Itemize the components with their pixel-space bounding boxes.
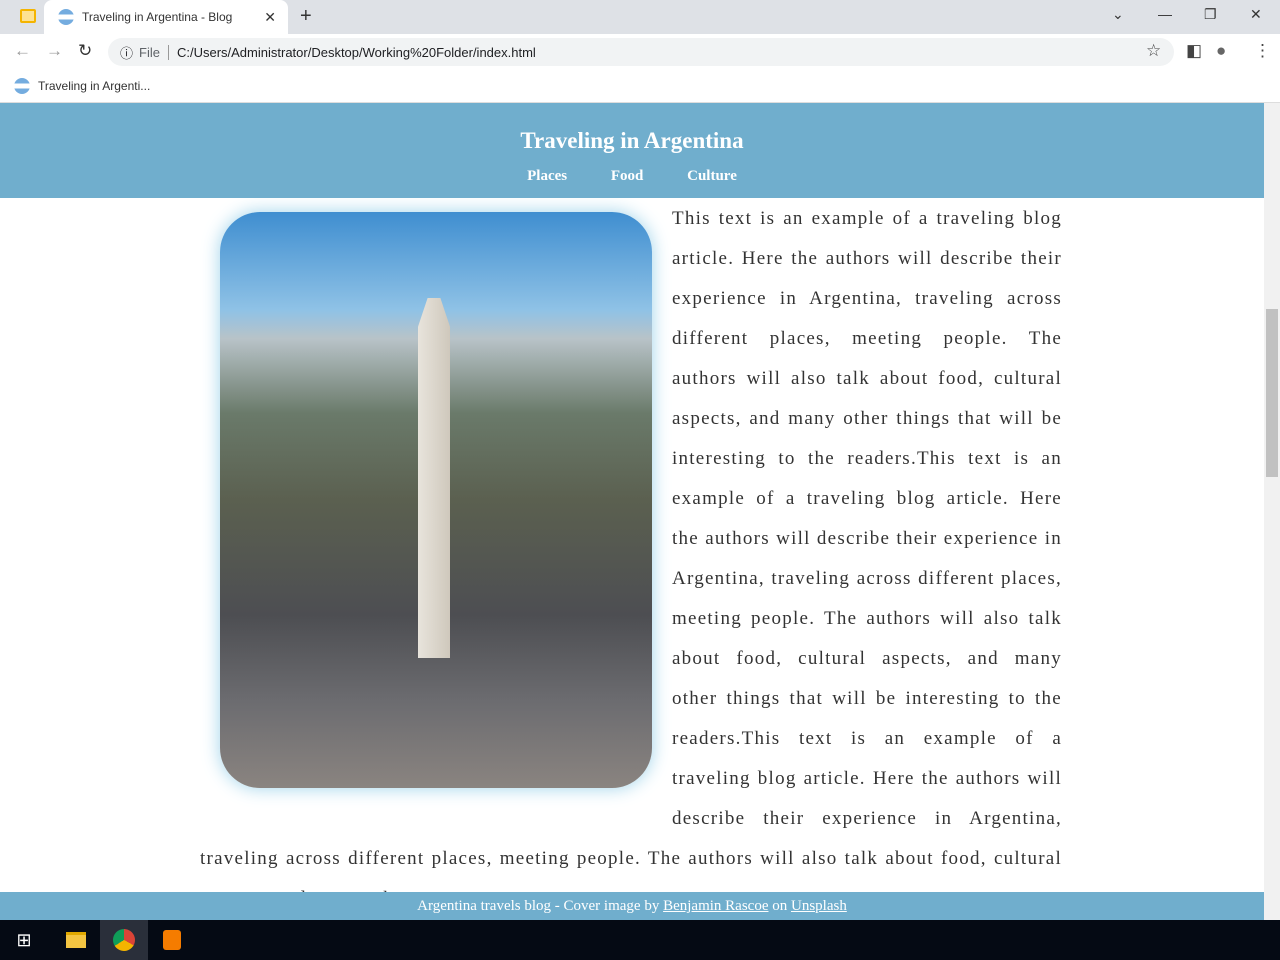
bookmark-item[interactable]: Traveling in Argenti...: [38, 79, 150, 93]
address-bar[interactable]: ⓘ File C:/Users/Administrator/Desktop/Wo…: [108, 38, 1174, 66]
file-explorer-icon[interactable]: [52, 920, 100, 960]
close-window-button[interactable]: ✕: [1250, 6, 1262, 23]
forward-icon[interactable]: →: [46, 41, 63, 61]
bookmarks-bar: Traveling in Argenti...: [0, 70, 1280, 103]
site-header: Traveling in Argentina Places Food Cultu…: [0, 103, 1264, 198]
windows-start-icon[interactable]: ⊞: [0, 920, 48, 960]
taskbar: ⊞: [0, 920, 1280, 960]
profile-icon[interactable]: ●: [1216, 41, 1226, 61]
sublime-text-icon[interactable]: [148, 920, 196, 960]
back-icon[interactable]: ←: [14, 41, 31, 61]
site-footer: Argentina travels blog - Cover image by …: [0, 892, 1264, 920]
cover-image: [220, 212, 652, 788]
side-panel-icon[interactable]: ◧: [1186, 41, 1202, 61]
reload-icon[interactable]: ↻: [78, 41, 92, 61]
slides-icon[interactable]: [20, 9, 36, 23]
tab-search-icon[interactable]: ⌄: [1112, 6, 1124, 23]
browser-toolbar: ← → ↻ ⓘ File C:/Users/Administrator/Desk…: [0, 34, 1280, 70]
info-icon[interactable]: ⓘ: [120, 43, 133, 62]
obelisk-image-detail: [418, 298, 450, 658]
nav-culture[interactable]: Culture: [687, 168, 737, 184]
restore-button[interactable]: ❐: [1204, 6, 1217, 23]
url-scheme: File: [139, 44, 169, 60]
nav-food[interactable]: Food: [611, 168, 644, 184]
tab-title: Traveling in Argentina - Blog: [82, 10, 233, 24]
article: This text is an example of a traveling b…: [200, 199, 1062, 919]
argentina-flag-icon: [58, 9, 74, 25]
scrollbar-thumb[interactable]: [1266, 309, 1278, 477]
author-link[interactable]: Benjamin Rascoe: [663, 898, 768, 914]
unsplash-link[interactable]: Unsplash: [791, 898, 847, 914]
menu-icon[interactable]: ⋮: [1254, 41, 1271, 61]
scrollbar[interactable]: [1264, 103, 1280, 920]
site-title: Traveling in Argentina: [520, 128, 744, 153]
minimize-button[interactable]: —: [1158, 6, 1172, 22]
url-text[interactable]: C:/Users/Administrator/Desktop/Working%2…: [177, 45, 536, 60]
nav-places[interactable]: Places: [527, 168, 567, 184]
new-tab-button[interactable]: +: [300, 5, 312, 28]
footer-on: on: [772, 898, 788, 914]
close-tab-icon[interactable]: ✕: [264, 9, 276, 26]
footer-text: Argentina travels blog - Cover image by: [417, 898, 660, 914]
tab-bar: Traveling in Argentina - Blog ✕ + ⌄ — ❐ …: [0, 0, 1280, 34]
page: Traveling in Argentina Places Food Cultu…: [0, 103, 1264, 920]
browser-tab[interactable]: Traveling in Argentina - Blog ✕: [44, 0, 288, 34]
argentina-flag-icon: [14, 78, 30, 94]
bookmark-star-icon[interactable]: ☆: [1146, 41, 1161, 61]
chrome-icon[interactable]: [100, 920, 148, 960]
